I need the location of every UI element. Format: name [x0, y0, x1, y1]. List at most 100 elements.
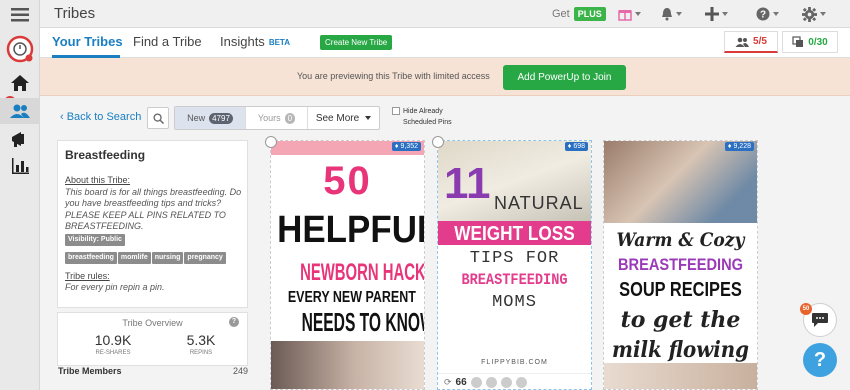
menu-icon[interactable]	[0, 4, 40, 26]
pin-card[interactable]: ♦ 9,352 50 HELPFUL NEWBORN HACKS EVERY NE…	[270, 140, 425, 390]
tag-pill[interactable]: pregnancy	[184, 251, 226, 264]
add-menu[interactable]	[705, 5, 728, 23]
tribe-members-row[interactable]: Tribe Members 249	[57, 366, 248, 382]
info-icon[interactable]: ?	[229, 317, 239, 327]
get-label: Get	[552, 8, 570, 20]
pin-title-line: BREASTFEEDING	[461, 271, 568, 289]
search-button[interactable]	[147, 107, 169, 129]
help-menu[interactable]: ?	[756, 5, 779, 23]
help-circle-icon: ?	[756, 7, 770, 21]
members-label: Tribe Members	[58, 366, 122, 376]
search-icon	[152, 112, 164, 124]
tag-pill[interactable]: breastfeeding	[65, 251, 117, 264]
svg-text:?: ?	[760, 10, 766, 21]
filter-yours-count: 0	[284, 112, 296, 124]
reshares-value: 10.9K	[94, 332, 132, 348]
avatar	[470, 377, 482, 388]
bar-chart-icon[interactable]	[0, 153, 40, 179]
tab-insights-label: Insights	[220, 34, 265, 49]
page-title: Tribes	[54, 5, 96, 22]
members-count: 249	[232, 366, 248, 376]
avatar	[485, 377, 497, 388]
pin-title-line: 50	[323, 159, 372, 203]
tribe-overview-card: Tribe Overview ? 10.9K RE-SHARES 5.3K RE…	[57, 312, 248, 366]
pin-photo	[604, 363, 757, 389]
logo-icon[interactable]	[0, 33, 40, 65]
hide-label-line2: Scheduled Pins	[403, 119, 452, 126]
notifications-menu[interactable]	[661, 5, 682, 23]
tribes-counter-value: 5/5	[753, 36, 767, 47]
add-powerup-button[interactable]: Add PowerUp to Join	[503, 65, 626, 90]
pin-saves-count: 9,352	[400, 143, 418, 150]
plus-icon	[705, 7, 719, 21]
visibility-badge: Visibility: Public	[65, 233, 125, 246]
pin-saves-count: 9,228	[733, 143, 751, 150]
about-label: About this Tribe:	[65, 175, 131, 185]
pins-counter[interactable]: 0/30	[782, 31, 838, 53]
pin-title-line: NATURAL	[494, 193, 584, 213]
tag-pill[interactable]: nursing	[151, 251, 184, 264]
avatar	[515, 377, 527, 388]
pin-site: FLIPPYBIB.COM	[481, 359, 548, 366]
flame-icon: ♦	[394, 143, 399, 150]
pin-select-radio[interactable]	[432, 136, 444, 148]
tag-pill[interactable]: momlife	[117, 251, 151, 264]
help-button[interactable]: ?	[803, 343, 837, 377]
avatar	[500, 377, 512, 388]
tab-insights[interactable]: Insights BETA	[220, 34, 290, 49]
repins-value: 5.3K	[186, 332, 216, 348]
pin-footer: ⟳ 66	[438, 373, 591, 389]
pin-title-line: TIPS FOR	[469, 249, 560, 268]
back-to-search-link[interactable]: ‹ Back to Search	[60, 111, 141, 123]
tribe-info-card: Breastfeeding About this Tribe: This boa…	[57, 140, 248, 308]
settings-menu[interactable]	[802, 5, 826, 23]
filter-new-label: New	[187, 113, 206, 123]
chat-notification-badge: 50	[800, 303, 812, 315]
gift-menu[interactable]	[618, 5, 641, 23]
pin-title-line: NEEDS TO KNOW	[301, 307, 425, 337]
plus-badge: PLUS	[573, 7, 606, 21]
tab-find-a-tribe[interactable]: Find a Tribe	[133, 34, 202, 49]
left-rail: 2	[0, 0, 40, 390]
pin-title-line: to get the	[620, 307, 741, 333]
chat-icon	[812, 313, 828, 327]
pin-saves-badge: ♦ 698	[564, 142, 588, 151]
pin-title-line: BREASTFEEDING	[617, 255, 744, 274]
overview-title: Tribe Overview	[122, 318, 183, 328]
flame-icon: ♦	[727, 143, 732, 150]
see-more-label: See More	[315, 112, 360, 124]
get-plus-link[interactable]: Get PLUS	[552, 7, 606, 21]
tab-bar: Your Tribes Find a Tribe Insights BETA Cr…	[40, 28, 850, 58]
tribe-title: Breastfeeding	[65, 148, 146, 162]
filter-bar: ‹ Back to Search New 4797 Yours 0 See Mo…	[40, 96, 850, 138]
filter-new-button[interactable]: New 4797	[175, 107, 245, 129]
pin-card[interactable]: ♦ 9,228 Warm & Cozy BREASTFEEDING SOUP RE…	[603, 140, 758, 390]
megaphone-icon[interactable]	[0, 126, 40, 152]
pins-stack-icon	[792, 36, 804, 47]
pin-card[interactable]: ♦ 698 11 NATURAL WEIGHT LOSS TIPS FOR BRE…	[437, 140, 592, 390]
preview-message: You are previewing this Tribe with limit…	[297, 71, 490, 81]
chevron-down-icon	[365, 116, 372, 120]
about-text: This board is for all things breastfeedi…	[65, 186, 242, 232]
pin-title-line: HELPFUL	[277, 209, 425, 251]
users-icon[interactable]	[0, 98, 40, 124]
pin-photo	[604, 141, 757, 223]
hide-scheduled-checkbox[interactable]	[392, 107, 400, 115]
users-icon	[735, 37, 750, 47]
pin-select-radio[interactable]	[265, 136, 277, 148]
home-icon[interactable]	[0, 70, 40, 96]
pins-counter-value: 0/30	[808, 36, 828, 48]
create-new-tribe-button[interactable]: Create New Tribe	[320, 35, 393, 50]
pin-title-line: MOMS	[492, 293, 537, 312]
hide-label-line1: Hide Already	[403, 108, 443, 115]
gear-icon	[802, 6, 817, 22]
flame-icon: ♦	[567, 143, 572, 150]
tribes-counter[interactable]: 5/5	[724, 31, 778, 53]
filter-yours-button[interactable]: Yours 0	[245, 107, 307, 129]
pin-title-line: SOUP RECIPES	[619, 279, 742, 301]
tab-your-tribes[interactable]: Your Tribes	[52, 34, 123, 49]
pin-title-line: milk flowing	[611, 337, 750, 363]
see-more-dropdown[interactable]: See More	[307, 107, 379, 129]
hide-scheduled-label[interactable]: Hide Already Scheduled Pins	[403, 106, 473, 128]
pin-title-line: 11	[444, 159, 491, 208]
